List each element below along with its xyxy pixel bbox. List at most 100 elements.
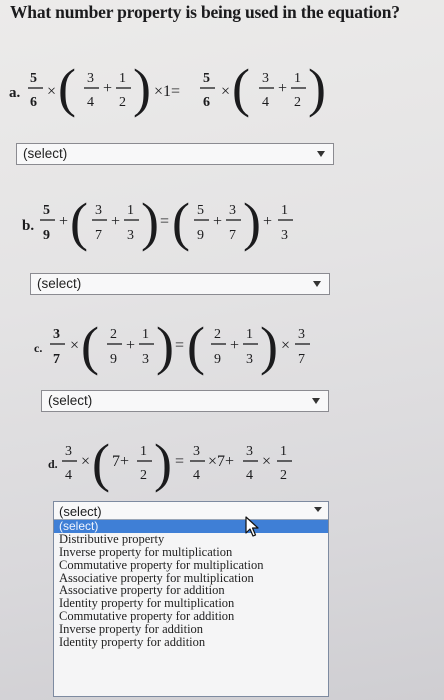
chevron-down-icon: [313, 281, 321, 287]
paren-right: ): [133, 58, 151, 118]
operator-plus: +: [126, 337, 135, 354]
fraction-denominator: 4: [246, 468, 253, 483]
fraction-numerator: 5: [197, 203, 204, 218]
option-distributive[interactable]: Distributive property: [54, 532, 328, 546]
fraction-numerator: 3: [246, 444, 253, 459]
paren-right: ): [308, 58, 326, 118]
fraction-denominator: 2: [140, 468, 147, 483]
fraction-denominator: 7: [95, 228, 102, 243]
equation-a-label: a.: [9, 85, 21, 101]
equation-c-label: c.: [34, 341, 42, 355]
equation-b-label: b.: [22, 218, 34, 234]
fraction-denominator: 3: [281, 228, 288, 243]
operator-times: ×: [81, 453, 90, 470]
fraction-denominator: 7: [229, 228, 236, 243]
select-value: (select): [48, 393, 93, 408]
answer-select-d[interactable]: (select) (select) Distributive property …: [53, 501, 329, 697]
fraction-numerator: 1: [127, 203, 134, 218]
fraction-numerator: 3: [53, 327, 60, 342]
fraction-numerator: 3: [229, 203, 236, 218]
operator-plus: +: [59, 213, 68, 230]
fraction-denominator: 4: [87, 95, 94, 110]
equation-b: b. 5 9 + ( 3 7 + 1 3 ) = ( 5 9 + 3 7 ) +…: [22, 192, 293, 252]
operator-equals: =: [175, 337, 184, 354]
fraction-denominator: 2: [294, 95, 301, 110]
fraction-denominator: 9: [43, 228, 50, 243]
operator-times-seven-plus: ×7+: [208, 453, 234, 470]
paren-left: (: [232, 58, 250, 118]
operator-equals: =: [175, 453, 184, 470]
equation-d: d. 3 4 × ( 7+ 1 2 ) = 3 4 ×7+ 3 4 × 1 2: [48, 433, 292, 493]
operator-plus: +: [278, 80, 287, 97]
fraction-numerator: 1: [246, 327, 253, 342]
answer-select-b[interactable]: (select): [30, 273, 330, 295]
fraction-numerator: 3: [193, 444, 200, 459]
paren-right: ): [141, 192, 159, 252]
fraction-numerator: 1: [140, 444, 147, 459]
operator-plus: +: [213, 213, 222, 230]
operator-times: ×: [262, 453, 271, 470]
operator-plus: +: [230, 337, 239, 354]
operator-plus: +: [111, 213, 120, 230]
paren-left: (: [172, 192, 190, 252]
select-value: (select): [59, 504, 102, 519]
paren-right: ): [156, 316, 174, 376]
dropdown-options: (select) Distributive property Inverse p…: [54, 520, 328, 649]
fraction-numerator: 3: [298, 327, 305, 342]
fraction-numerator: 2: [214, 327, 221, 342]
fraction-numerator: 3: [262, 71, 269, 86]
answer-select-a[interactable]: (select): [16, 143, 334, 165]
fraction-denominator: 7: [298, 352, 305, 367]
equation-d-label: d.: [48, 457, 58, 471]
equation-a: a. 5 6 × ( 3 4 + 1 2 ) ×1= 5 6 × ( 3 4 +…: [9, 58, 326, 118]
operator-times: ×: [221, 83, 230, 100]
operator-plus: +: [263, 213, 272, 230]
select-value: (select): [37, 276, 82, 291]
option-select[interactable]: (select): [54, 520, 328, 533]
fraction-denominator: 4: [193, 468, 200, 483]
option-inverse-multiplication[interactable]: Inverse property for multiplication: [54, 545, 328, 559]
paren-left: (: [92, 433, 110, 493]
fraction-denominator: 6: [30, 95, 37, 110]
paren-left: (: [70, 192, 88, 252]
select-value: (select): [23, 146, 68, 161]
fraction-denominator: 4: [262, 95, 269, 110]
fraction-numerator: 5: [203, 71, 210, 86]
fraction-denominator: 4: [65, 468, 72, 483]
fraction-numerator: 1: [294, 71, 301, 86]
option-commutative-multiplication[interactable]: Commutative property for multiplication: [54, 558, 328, 572]
fraction-denominator: 7: [53, 352, 60, 367]
fraction-denominator: 3: [142, 352, 149, 367]
answer-select-c[interactable]: (select): [41, 390, 329, 412]
paren-left: (: [187, 316, 205, 376]
paren-right: ): [154, 433, 172, 493]
operator-times: ×: [47, 83, 56, 100]
fraction-denominator: 2: [280, 468, 287, 483]
fraction-denominator: 9: [197, 228, 204, 243]
fraction-denominator: 3: [246, 352, 253, 367]
fraction-denominator: 2: [119, 95, 126, 110]
equation-c: c. 3 7 × ( 2 9 + 1 3 ) = ( 2 9 + 1 3 ) ×…: [34, 316, 310, 376]
fraction-denominator: 9: [214, 352, 221, 367]
fraction-numerator: 2: [110, 327, 117, 342]
fraction-numerator: 1: [119, 71, 126, 86]
fraction-numerator: 1: [280, 444, 287, 459]
select-d-current[interactable]: (select): [54, 502, 328, 520]
whole-number-seven-plus: 7+: [112, 453, 129, 470]
option-identity-addition[interactable]: Identity property for addition: [54, 636, 328, 649]
paren-right: ): [260, 316, 278, 376]
mouse-pointer-icon: [245, 516, 259, 537]
paren-right: ): [243, 192, 261, 252]
chevron-down-icon: [314, 507, 322, 512]
fraction-numerator: 3: [87, 71, 94, 86]
operator-plus: +: [103, 80, 112, 97]
paren-left: (: [81, 316, 99, 376]
fraction-numerator: 3: [95, 203, 102, 218]
fraction-denominator: 9: [110, 352, 117, 367]
operator-equals: =: [160, 213, 169, 230]
fraction-denominator: 3: [127, 228, 134, 243]
operator-times-one: ×1=: [154, 83, 180, 100]
fraction-numerator: 1: [281, 203, 288, 218]
operator-times: ×: [70, 337, 79, 354]
fraction-numerator: 1: [142, 327, 149, 342]
